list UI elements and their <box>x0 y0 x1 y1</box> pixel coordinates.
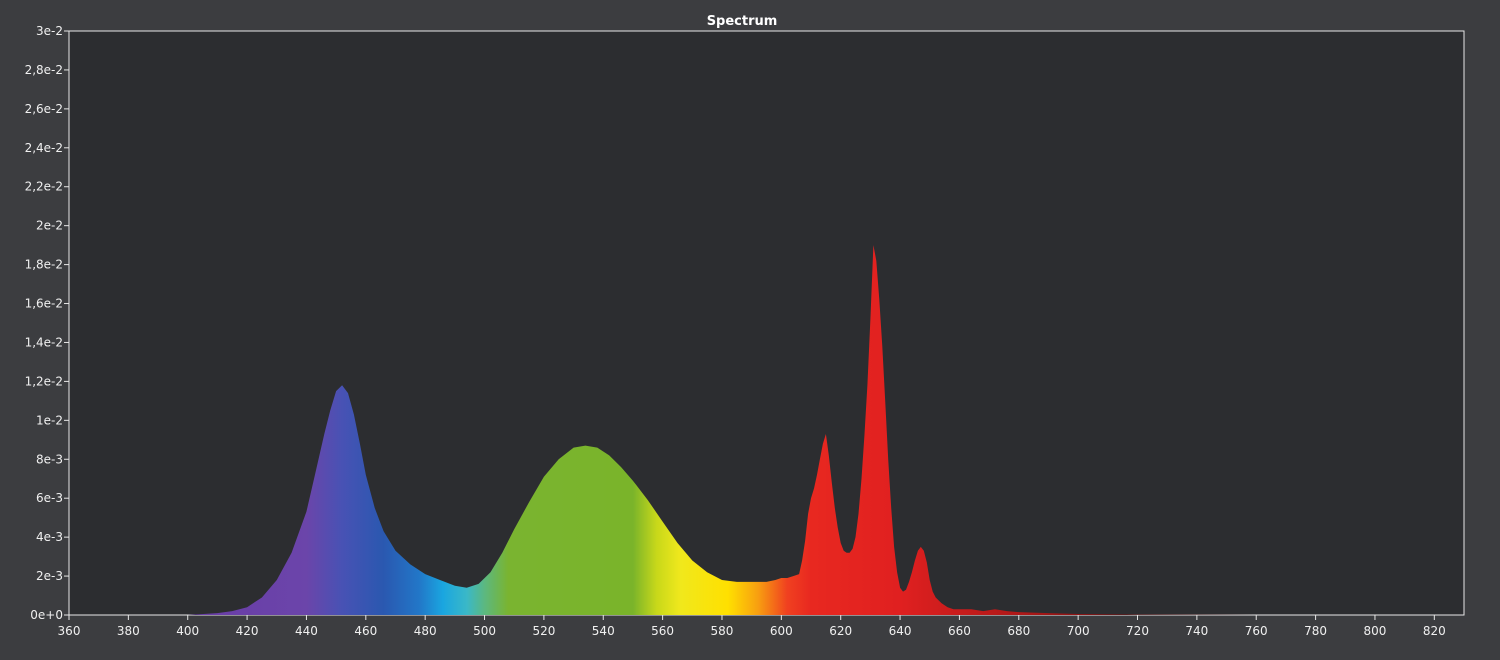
y-tick-label: 3e-2 <box>36 24 63 38</box>
y-tick-label: 1,2e-2 <box>25 374 63 388</box>
x-tick-label: 640 <box>889 624 912 638</box>
x-tick-label: 420 <box>236 624 259 638</box>
x-tick-label: 700 <box>1067 624 1090 638</box>
x-tick-label: 480 <box>414 624 437 638</box>
chart-title: Spectrum <box>707 14 778 29</box>
x-tick-label: 400 <box>176 624 199 638</box>
y-tick-label: 1,4e-2 <box>25 335 63 349</box>
y-tick-label: 1e-2 <box>36 413 63 427</box>
x-tick-label: 500 <box>473 624 496 638</box>
x-tick-label: 380 <box>117 624 140 638</box>
x-tick-label: 660 <box>948 624 971 638</box>
x-tick-label: 440 <box>295 624 318 638</box>
y-tick-label: 1,8e-2 <box>25 258 63 272</box>
y-tick-label: 2e-3 <box>36 569 63 583</box>
plot-area <box>68 30 1465 616</box>
y-tick-label: 4e-3 <box>36 530 63 544</box>
x-tick-label: 360 <box>58 624 81 638</box>
x-tick-label: 600 <box>770 624 793 638</box>
x-tick-label: 720 <box>1126 624 1149 638</box>
y-tick-label: 0e+0 <box>30 608 63 622</box>
x-tick-label: 820 <box>1423 624 1446 638</box>
y-tick-label: 1,6e-2 <box>25 297 63 311</box>
y-tick-label: 2e-2 <box>36 219 63 233</box>
y-tick-label: 8e-3 <box>36 452 63 466</box>
x-tick-label: 620 <box>829 624 852 638</box>
y-tick-label: 2,4e-2 <box>25 141 63 155</box>
y-tick-label: 2,2e-2 <box>25 180 63 194</box>
x-tick-label: 780 <box>1304 624 1327 638</box>
x-tick-label: 560 <box>651 624 674 638</box>
x-tick-label: 680 <box>1007 624 1030 638</box>
x-tick-label: 800 <box>1364 624 1387 638</box>
x-tick-label: 580 <box>711 624 734 638</box>
y-tick-label: 2,6e-2 <box>25 102 63 116</box>
y-tick-label: 6e-3 <box>36 491 63 505</box>
spectrum-chart: Spectrum 360 380 400 420 440 460 480 500 520 540 5… <box>25 14 1465 638</box>
x-axis: 360 380 400 420 440 460 480 500 520 540 560 580 600 6… <box>58 615 1446 638</box>
x-tick-label: 760 <box>1245 624 1268 638</box>
x-tick-label: 740 <box>1185 624 1208 638</box>
y-tick-label: 2,8e-2 <box>25 63 63 77</box>
y-axis: 0e+0 2e-3 4e-3 6e-3 8e-3 1e-2 1,2e-2 1,4e-2 1,6e… <box>25 24 69 622</box>
x-tick-label: 540 <box>592 624 615 638</box>
x-tick-label: 460 <box>354 624 377 638</box>
x-tick-label: 520 <box>532 624 555 638</box>
